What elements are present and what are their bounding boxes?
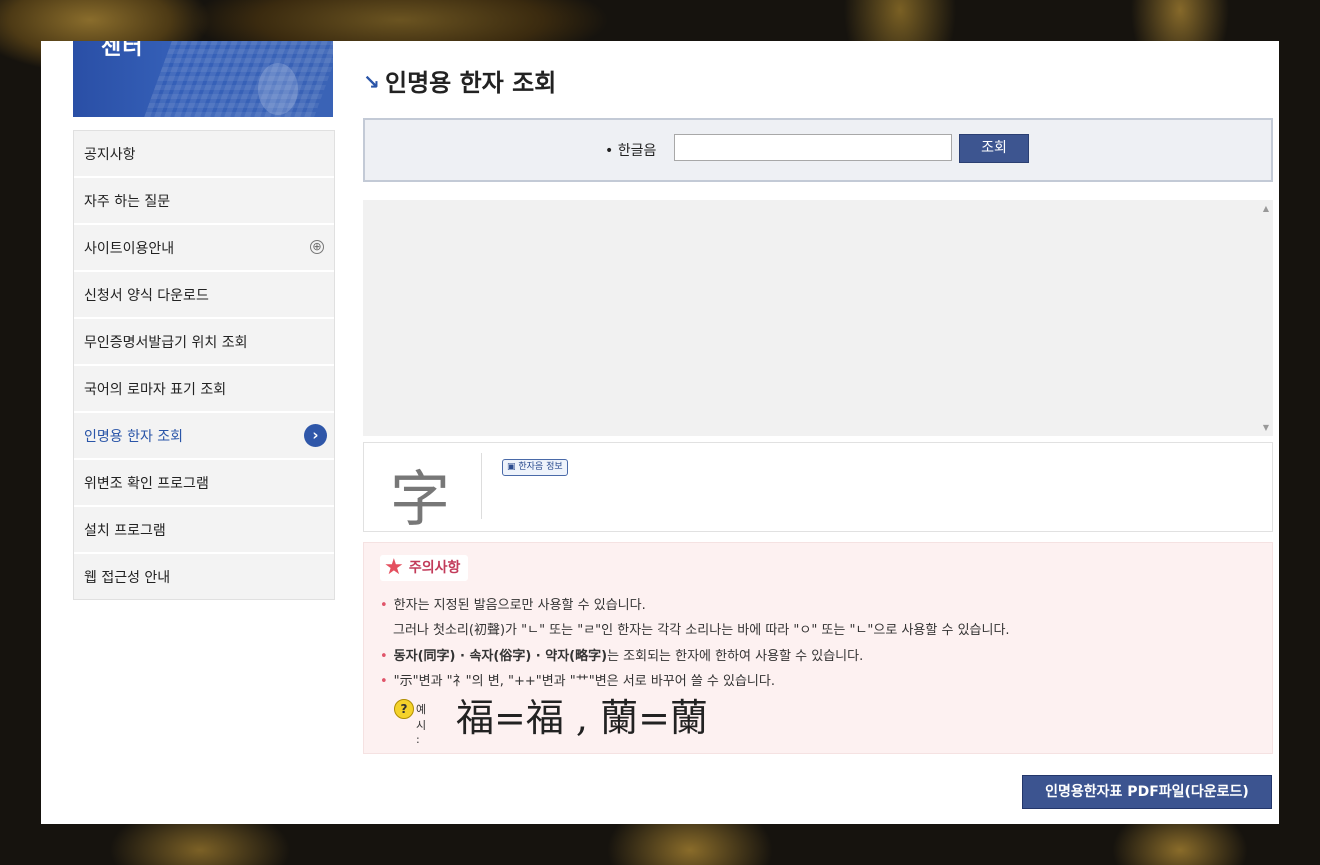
sidebar-item-form-download[interactable]: 신청서 양식 다운로드	[74, 272, 334, 319]
sidebar-item-forgery-check[interactable]: 위변조 확인 프로그램	[74, 460, 334, 507]
sidebar-item-label: 위변조 확인 프로그램	[84, 475, 209, 492]
scroll-up-arrow-icon[interactable]: ▲	[1263, 204, 1269, 213]
sidebar-item-hanja-lookup[interactable]: 인명용 한자 조회 ›	[74, 413, 334, 460]
sidebar-item-label: 인명용 한자 조회	[84, 428, 184, 445]
pdf-download-button[interactable]: 인명용한자표 PDF파일(다운로드)	[1022, 775, 1272, 809]
chevron-right-icon: ›	[304, 424, 327, 447]
sidebar-item-label: 웹 접근성 안내	[84, 569, 171, 586]
notice-item: • 동자(同字) · 속자(俗字) · 약자(略字)는 조회되는 한자에 한하여 …	[380, 649, 864, 664]
notice-title-text: 주의사항	[408, 560, 461, 576]
notice-title: ★ 주의사항	[380, 555, 469, 581]
section-banner: 센터	[73, 41, 333, 117]
search-button[interactable]: 조회	[959, 134, 1029, 163]
notice-box: ★ 주의사항 • 한자는 지정된 발음으로만 사용할 수 있습니다. 그러나 첫소…	[363, 542, 1273, 754]
notice-item: • 한자는 지정된 발음으로만 사용할 수 있습니다.	[380, 598, 646, 613]
search-label: • 한글음	[605, 143, 657, 159]
hangul-search-input[interactable]	[674, 134, 952, 161]
sidebar-item-label: 무인증명서발급기 위치 조회	[84, 334, 248, 351]
search-box: • 한글음 조회	[363, 118, 1273, 182]
star-icon: ★	[384, 555, 404, 580]
plus-icon[interactable]: ⊕	[310, 240, 324, 254]
sidebar-item-accessibility[interactable]: 웹 접근성 안내	[74, 554, 334, 599]
sidebar-item-site-guide[interactable]: 사이트이용안내 ⊕	[74, 225, 334, 272]
sidebar-item-faq[interactable]: 자주 하는 질문	[74, 178, 334, 225]
sidebar-item-label: 신청서 양식 다운로드	[84, 287, 209, 304]
page-title: ↘ 인명용 한자 조회	[363, 63, 556, 98]
sidebar-item-kiosk-location[interactable]: 무인증명서발급기 위치 조회	[74, 319, 334, 366]
keyboard-image	[144, 41, 333, 117]
notice-item-continued: 그러나 첫소리(初聲)가 "ㄴ" 또는 "ㄹ"인 한자는 각각 소리나는 바에 …	[393, 623, 1010, 638]
example-characters: 福=福 , 蘭=蘭	[456, 696, 708, 740]
sidebar-nav: 공지사항 자주 하는 질문 사이트이용안내 ⊕ 신청서 양식 다운로드 무인증명…	[73, 130, 335, 600]
question-icon: ?	[394, 699, 414, 719]
content-frame: 센터 공지사항 자주 하는 질문 사이트이용안내 ⊕ 신청서 양식 다운로드 무…	[41, 41, 1279, 824]
sidebar-item-label: 자주 하는 질문	[84, 193, 171, 210]
mouse-image	[258, 63, 298, 115]
sidebar-item-label: 사이트이용안내	[84, 240, 175, 257]
sidebar-item-label: 설치 프로그램	[84, 522, 166, 539]
example-label: 예시 :	[416, 703, 427, 746]
page-title-text: 인명용 한자 조회	[385, 69, 557, 97]
banner-title: 센터	[101, 41, 144, 60]
sidebar-item-romanization[interactable]: 국어의 로마자 표기 조회	[74, 366, 334, 413]
sidebar-item-install[interactable]: 설치 프로그램	[74, 507, 334, 554]
sidebar-item-label: 국어의 로마자 표기 조회	[84, 381, 227, 398]
title-mark-icon: ↘	[363, 70, 380, 94]
sidebar-item-notice[interactable]: 공지사항	[74, 131, 334, 178]
hanja-detail-panel: 字 ▣ 한자음 정보	[363, 442, 1273, 535]
sidebar-item-label: 공지사항	[84, 146, 136, 163]
hanja-info-badge[interactable]: ▣ 한자음 정보	[502, 459, 568, 476]
scroll-down-arrow-icon[interactable]: ▼	[1263, 423, 1269, 432]
hanja-character: 字	[390, 465, 450, 535]
divider	[481, 453, 482, 519]
results-list[interactable]: ▲ ▼	[363, 200, 1273, 436]
